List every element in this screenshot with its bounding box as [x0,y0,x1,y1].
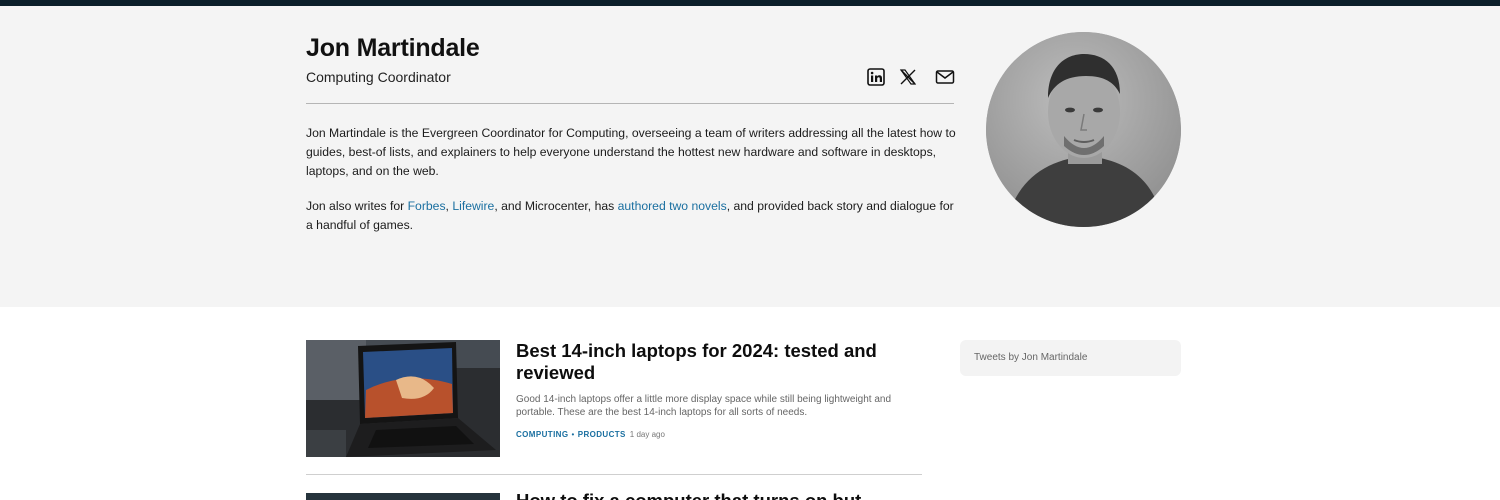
bio-paragraph-2: Jon also writes for Forbes, Lifewire, an… [306,197,956,235]
novels-link[interactable]: authored two novels [618,199,727,213]
author-name: Jon Martindale [306,34,480,62]
author-avatar [986,32,1181,227]
article-card: Best 14-inch laptops for 2024: tested an… [306,340,922,457]
linkedin-icon[interactable] [867,68,885,86]
article-thumbnail[interactable] [306,493,500,500]
article-description: Good 14-inch laptops offer a little more… [516,394,892,418]
tweets-label: Tweets by Jon Martindale [974,352,1088,363]
lifewire-link[interactable]: Lifewire [452,199,494,213]
tweets-widget[interactable]: Tweets by Jon Martindale [960,340,1181,376]
article-timestamp: 1 day ago [629,430,665,439]
article-title[interactable]: Best 14-inch laptops for 2024: tested an… [516,340,916,384]
hero-divider [306,103,954,104]
article-thumbnail[interactable] [306,340,500,457]
article-divider [306,474,922,475]
bio-text: Jon also writes for [306,199,408,213]
x-twitter-icon[interactable] [899,68,917,86]
email-icon[interactable] [935,68,955,86]
article-meta: COMPUTING • PRODUCTS 1 day ago [516,430,665,439]
bio-paragraph-1: Jon Martindale is the Evergreen Coordina… [306,126,956,178]
author-role: Computing Coordinator [306,69,451,85]
category-tag-computing[interactable]: COMPUTING [516,430,569,439]
meta-separator: • [571,430,575,439]
article-title[interactable]: How to fix a computer that turns on but [516,490,916,500]
bio-text: , and Microcenter, has [494,199,618,213]
forbes-link[interactable]: Forbes [408,199,446,213]
category-tag-products[interactable]: PRODUCTS [578,430,626,439]
